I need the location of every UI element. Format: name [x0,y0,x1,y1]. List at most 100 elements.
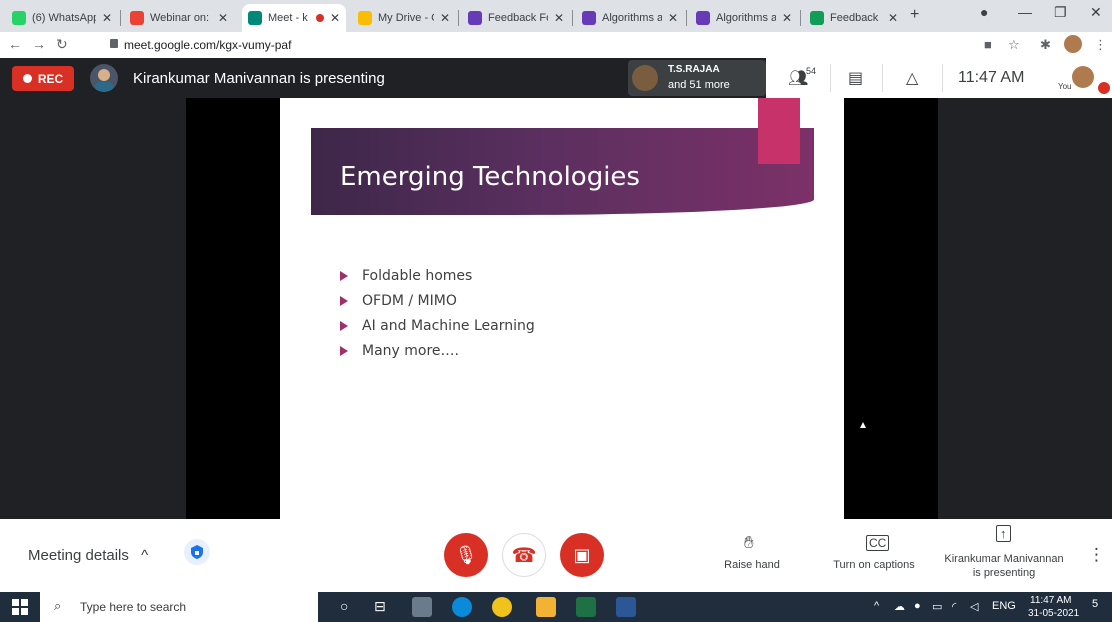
leave-call-button[interactable]: ☎︎ [502,533,546,577]
taskbar-search-placeholder: Type here to search [80,600,187,614]
profile-menu-icon[interactable]: ● [980,4,988,20]
wifi-icon[interactable]: ◜ [952,600,956,613]
host-controls-shield-icon[interactable] [184,539,210,565]
meet-top-bar: REC Kirankumar Manivannan is presenting … [0,58,1112,98]
bullet-arrow-icon [340,271,348,281]
tab-title: (6) WhatsApp [32,12,96,24]
shield-graphic [191,545,203,559]
new-tab-icon[interactable]: + [910,6,919,24]
language-indicator[interactable]: ENG [992,600,1016,612]
windows-start-icon[interactable] [12,599,28,620]
tab-title: Algorithms ar [716,12,776,24]
browser-tab-strip: (6) WhatsApp ✕ Webinar on: ✕ Meet - k ✕ My Dri… [0,0,1112,32]
captions-icon[interactable]: CC [866,535,890,551]
close-tab-icon[interactable]: ✕ [102,11,112,25]
mic-tray-icon[interactable]: ● [914,600,921,612]
cortana-icon[interactable]: ○ [340,598,348,614]
volume-icon[interactable]: ◁ [970,600,978,613]
restore-icon[interactable]: ❐ [1054,4,1067,21]
chrome-menu-icon[interactable]: ⋮ [1094,37,1107,53]
close-tab-icon[interactable]: ✕ [668,11,678,25]
file-explorer-icon[interactable] [536,597,556,617]
close-window-icon[interactable]: ✕ [1090,4,1102,21]
chrome-icon[interactable] [492,597,512,617]
speaker-more-count: and 51 more [668,79,730,91]
self-view-avatar[interactable] [1072,66,1094,88]
taskbar-date[interactable]: 31-05-2021 [1028,608,1079,619]
slide-bullet: Foldable homes [340,268,535,284]
end-call-icon: ☎︎ [511,544,537,567]
task-view-icon[interactable]: ⊟ [374,598,386,615]
mic-off-icon: 🎙︎ [454,544,478,565]
meeting-details-label: Meeting details [28,547,129,564]
tray-overflow-icon[interactable]: ^ [874,600,879,612]
tab-title: Algorithms ar [602,12,662,24]
presentation-slide: Emerging Technologies Foldable homes OFDM… [280,98,844,519]
speaker-avatar [632,65,658,91]
bookmark-star-icon[interactable]: ☆ [1008,37,1020,53]
camera-icon[interactable]: ■ [984,37,992,52]
close-tab-icon[interactable]: ✕ [218,11,228,25]
browser-tab[interactable]: Algorithms ar ✕ [576,4,684,32]
divider [830,64,831,92]
browser-tab[interactable]: My Drive - Go ✕ [352,4,456,32]
chat-icon[interactable]: ▤ [848,68,863,88]
mic-toggle-button[interactable]: 🎙︎ [444,533,488,577]
tab-separator [800,10,801,26]
raise-hand-icon[interactable]: ✋︎ [744,533,754,553]
profile-avatar[interactable] [1064,35,1082,53]
notification-center-icon[interactable]: 5 [1086,598,1104,616]
browser-tab[interactable]: Algorithms ar ✕ [690,4,798,32]
close-tab-icon[interactable]: ✕ [888,11,898,25]
url-field[interactable]: meet.google.com/kgx-vumy-paf [124,38,291,52]
taskbar-time[interactable]: 11:47 AM [1030,595,1072,606]
meet-top-right-panel: 👥︎ 54 ▤ △ 11:47 AM You [766,58,1112,98]
mouse-cursor-icon [860,422,866,428]
chevron-up-icon: ^ [141,547,149,564]
battery-icon[interactable]: ▭ [932,600,942,613]
slide-bullet-list: Foldable homes OFDM / MIMO AI and Machine … [340,268,535,368]
camera-off-icon: ▣ [573,544,591,565]
windows-taskbar: ⌕ Type here to search ○ ⊟ ^ ☁ ● ▭ ◜ ◁ EN… [0,592,1112,622]
browser-tab[interactable]: Meet - k ✕ [242,4,346,32]
slide-bullet: OFDM / MIMO [340,293,535,309]
settings-app-icon[interactable] [412,597,432,617]
activities-icon[interactable]: △ [906,68,918,88]
tab-separator [458,10,459,26]
recording-badge: REC [12,66,74,91]
browser-tab[interactable]: Feedback For ✕ [804,4,904,32]
close-tab-icon[interactable]: ✕ [782,11,792,25]
minimize-icon[interactable]: — [1018,4,1032,20]
meeting-clock: 11:47 AM [958,69,1025,86]
record-dot-icon [22,74,32,83]
browser-tab[interactable]: (6) WhatsApp ✕ [6,4,118,32]
bullet-arrow-icon [340,296,348,306]
address-bar-row: ← → ↻ meet.google.com/kgx-vumy-paf ■ ☆ ✱… [0,32,1112,58]
gmail-icon [130,11,144,25]
close-tab-icon[interactable]: ✕ [440,11,450,25]
forms-icon [468,11,482,25]
presenter-avatar [90,64,118,92]
reload-icon[interactable]: ↻ [56,36,68,53]
more-options-icon[interactable]: ⋮ [1088,545,1105,565]
captions-label[interactable]: Turn on captions [826,559,922,571]
close-tab-icon[interactable]: ✕ [330,11,340,25]
browser-tab[interactable]: Webinar on: ✕ [124,4,234,32]
camera-toggle-button[interactable]: ▣ [560,533,604,577]
browser-tab[interactable]: Feedback For ✕ [462,4,570,32]
forward-icon[interactable]: → [32,36,46,52]
meeting-details-button[interactable]: Meeting details ^ [28,547,148,564]
presenter-status-line1: Kirankumar Manivannan [944,553,1064,565]
extensions-icon[interactable]: ✱ [1040,37,1051,53]
taskbar-search-box[interactable]: ⌕ Type here to search [40,592,318,622]
excel-icon[interactable] [576,597,596,617]
raise-hand-label[interactable]: Raise hand [716,559,788,571]
onedrive-icon[interactable]: ☁ [894,600,905,613]
close-tab-icon[interactable]: ✕ [554,11,564,25]
edge-icon[interactable] [452,597,472,617]
present-now-icon[interactable]: ↑ [996,525,1011,542]
back-icon[interactable]: ← [8,36,22,52]
sheets-icon [810,11,824,25]
presenting-banner-text: Kirankumar Manivannan is presenting [133,70,385,87]
word-icon[interactable] [616,597,636,617]
